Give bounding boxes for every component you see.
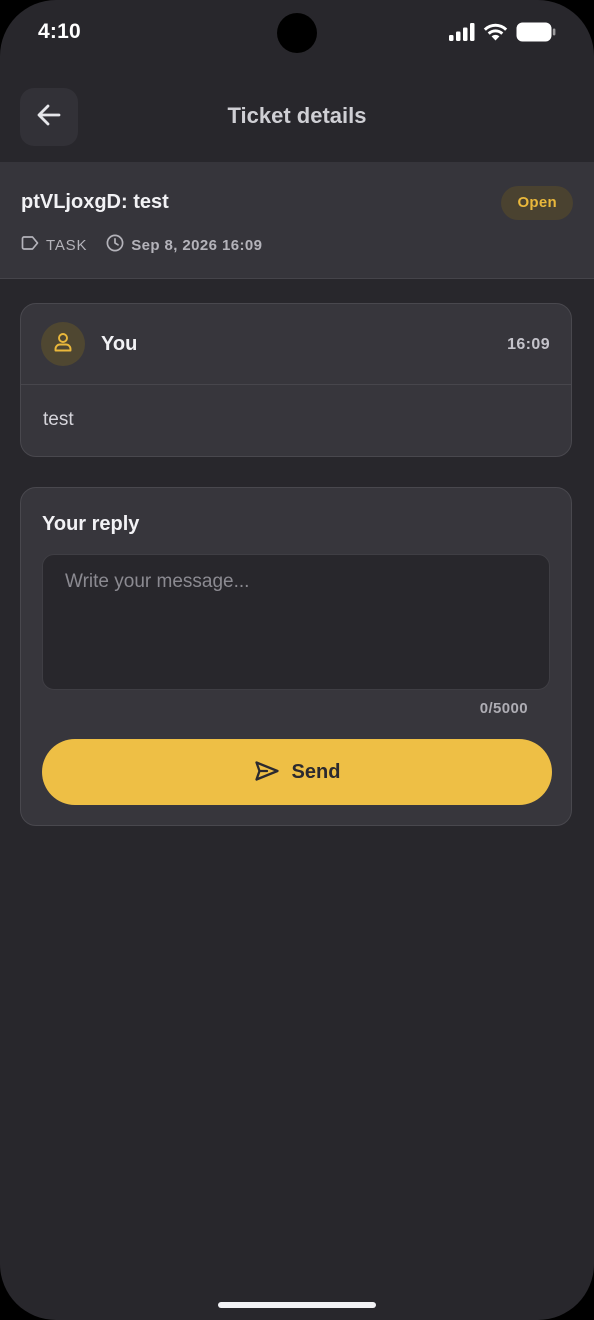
message-time: 16:09 bbox=[507, 336, 550, 353]
avatar bbox=[41, 322, 85, 366]
battery-icon bbox=[516, 22, 556, 42]
page-title: Ticket details bbox=[227, 103, 367, 128]
reply-card: Your reply 0/5000 Send bbox=[20, 487, 572, 826]
reply-title: Your reply bbox=[42, 513, 140, 535]
cellular-signal-icon bbox=[449, 23, 475, 41]
status-time: 4:10 bbox=[38, 20, 81, 43]
ticket-created-date: Sep 8, 2026 16:09 bbox=[131, 236, 263, 254]
send-label: Send bbox=[291, 760, 341, 783]
send-icon bbox=[254, 760, 280, 785]
message-body: test bbox=[43, 409, 74, 430]
wifi-icon bbox=[483, 23, 508, 41]
ticket-type: TASK bbox=[21, 236, 87, 254]
ticket-type-label: TASK bbox=[46, 236, 88, 254]
front-camera bbox=[277, 13, 317, 53]
char-counter: 0/5000 bbox=[479, 700, 528, 717]
clock-icon bbox=[106, 234, 124, 256]
screen: 4:10 Ticket details ptVLjoxgD: test Open… bbox=[0, 0, 594, 1320]
reply-input[interactable] bbox=[42, 554, 550, 690]
message-header: You 16:09 bbox=[21, 304, 571, 385]
message-card: You 16:09 test bbox=[20, 303, 572, 457]
ticket-created: Sep 8, 2026 16:09 bbox=[106, 234, 262, 256]
ticket-summary: ptVLjoxgD: test Open TASK Sep 8, 2026 16… bbox=[0, 162, 594, 279]
home-indicator[interactable] bbox=[218, 1302, 376, 1308]
status-badge: Open bbox=[501, 186, 573, 220]
tag-icon bbox=[21, 236, 39, 254]
status-icons bbox=[449, 22, 556, 42]
app-header: Ticket details bbox=[0, 86, 594, 148]
status-bar: 4:10 bbox=[0, 0, 594, 66]
message-author: You bbox=[101, 333, 138, 355]
send-button[interactable]: Send bbox=[42, 739, 552, 805]
ticket-meta: TASK Sep 8, 2026 16:09 bbox=[21, 234, 262, 256]
user-icon bbox=[52, 331, 74, 358]
ticket-title: ptVLjoxgD: test bbox=[21, 191, 169, 213]
